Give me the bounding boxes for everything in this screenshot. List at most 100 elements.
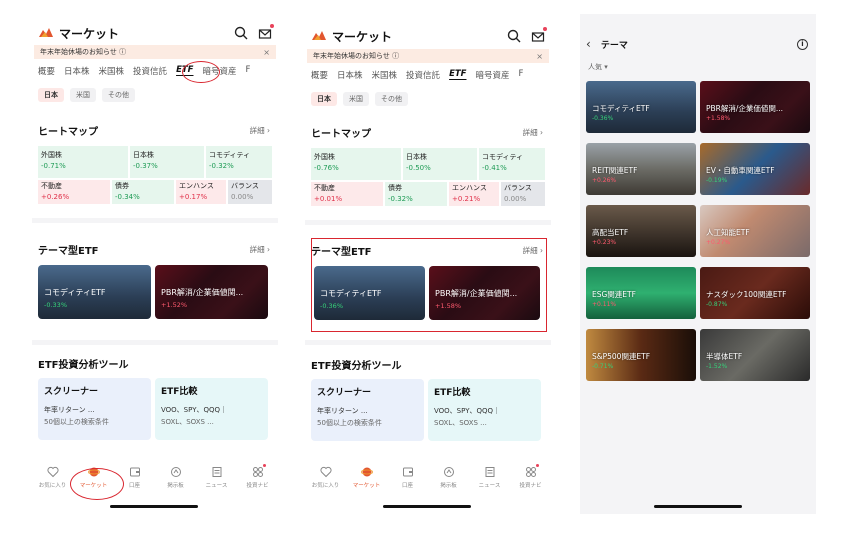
tab-more[interactable]: F bbox=[246, 65, 251, 79]
theme-etf-title: テーマ型ETF bbox=[38, 246, 99, 257]
theme-card-pbr[interactable]: PBR解消/企業価値関... +1.52% bbox=[155, 265, 268, 319]
heatmap-cell[interactable]: エンハンス +0.17% bbox=[176, 180, 226, 204]
screen-themes: ‹ テーマ i 人気 ▾ コモディティETF -0.36% PBR解消/企業価値関… bbox=[580, 14, 816, 514]
mail-icon[interactable] bbox=[258, 24, 274, 40]
nav-news[interactable]: ニュース bbox=[469, 466, 510, 506]
tab-us-stocks[interactable]: 米国株 bbox=[99, 65, 125, 79]
chip-us[interactable]: 米国 bbox=[70, 88, 96, 102]
chip-us[interactable]: 米国 bbox=[343, 92, 369, 106]
heatmap-cell[interactable]: 債券 -0.34% bbox=[112, 180, 174, 204]
home-indicator bbox=[383, 505, 471, 508]
tab-overview[interactable]: 概要 bbox=[311, 69, 328, 83]
mail-icon[interactable] bbox=[531, 27, 547, 43]
screen-market-1: マーケット 年末年始休場のお知らせ ⓘ × 概要 日本株 米国株 投資信託 ET… bbox=[32, 14, 278, 514]
nav-news[interactable]: ニュース bbox=[196, 466, 237, 506]
theme-tile-pbr[interactable]: PBR解消/企業価値関... +1.58% bbox=[700, 81, 810, 133]
chip-japan[interactable]: 日本 bbox=[38, 88, 64, 102]
wallet-icon bbox=[402, 467, 413, 477]
notification-dot bbox=[543, 27, 547, 31]
heatmap-cell[interactable]: 日本株 -0.37% bbox=[130, 146, 204, 178]
theme-tile-high-dividend[interactable]: 高配当ETF +0.23% bbox=[586, 205, 696, 257]
nav-favorites[interactable]: お気に入り bbox=[305, 466, 346, 506]
tab-crypto[interactable]: 暗号資産 bbox=[475, 69, 509, 83]
etf-compare-card[interactable]: ETF比較 VOO、SPY、QQQ｜ SOXL、SOXS ... bbox=[428, 379, 541, 441]
search-icon[interactable] bbox=[234, 26, 248, 40]
category-tabs: 概要 日本株 米国株 投資信託 ETF 暗号資産 F bbox=[311, 69, 551, 83]
nav-market[interactable]: マーケット bbox=[346, 466, 387, 506]
theme-tile-commodity[interactable]: コモディティETF -0.36% bbox=[586, 81, 696, 133]
etf-compare-card[interactable]: ETF比較 VOO、SPY、QQQ｜ SOXL、SOXS ... bbox=[155, 378, 268, 440]
heatmap-cell[interactable]: バランス 0.00% bbox=[228, 180, 272, 204]
heatmap: 外国株 -0.71% 日本株 -0.37% コモディティ -0.32% 不動産 +0.2… bbox=[38, 146, 272, 204]
heatmap-cell[interactable]: 債券 -0.32% bbox=[385, 182, 447, 206]
news-icon bbox=[485, 467, 494, 477]
tab-more[interactable]: F bbox=[519, 69, 524, 83]
notice-banner[interactable]: 年末年始休場のお知らせ ⓘ × bbox=[34, 45, 276, 59]
tools-title: ETF投資分析ツール bbox=[311, 361, 402, 372]
tab-overview[interactable]: 概要 bbox=[38, 65, 55, 79]
grid-icon bbox=[252, 467, 263, 477]
chip-japan[interactable]: 日本 bbox=[311, 92, 337, 106]
nav-favorites[interactable]: お気に入り bbox=[32, 466, 73, 506]
notice-banner[interactable]: 年末年始休場のお知らせ ⓘ × bbox=[307, 49, 549, 63]
nav-invest-navi[interactable]: 投資ナビ bbox=[237, 464, 278, 506]
heatmap-cell[interactable]: エンハンス +0.21% bbox=[449, 182, 499, 206]
tab-etf[interactable]: ETF bbox=[449, 69, 466, 83]
screener-card[interactable]: スクリーナー 年率リターン ... 50個以上の検索条件 bbox=[38, 378, 151, 440]
theme-tile-nasdaq100[interactable]: ナスダック100関連ETF -0.87% bbox=[700, 267, 810, 319]
info-icon[interactable]: i bbox=[797, 38, 808, 50]
theme-etf-more-link[interactable]: 詳細 › bbox=[250, 244, 270, 255]
tab-japan-stocks[interactable]: 日本株 bbox=[64, 65, 90, 79]
page-title: テーマ bbox=[600, 40, 628, 51]
theme-tile-esg[interactable]: ESG関連ETF +0.11% bbox=[586, 267, 696, 319]
sort-dropdown[interactable]: 人気 ▾ bbox=[588, 62, 608, 72]
heatmap-cell[interactable]: バランス 0.00% bbox=[501, 182, 545, 206]
heatmap-cell[interactable]: 日本株 -0.50% bbox=[403, 148, 477, 180]
header: マーケット bbox=[311, 27, 547, 45]
home-indicator bbox=[110, 505, 198, 508]
heart-icon bbox=[319, 466, 332, 478]
region-chips: 日本 米国 その他 bbox=[38, 88, 141, 102]
screener-card[interactable]: スクリーナー 年率リターン ... 50個以上の検索条件 bbox=[311, 379, 424, 441]
notice-text: 年末年始休場のお知らせ ⓘ bbox=[40, 48, 127, 56]
category-tabs: 概要 日本株 米国株 投資信託 ETF 暗号資産 F bbox=[38, 65, 278, 79]
wallet-icon bbox=[129, 467, 140, 477]
search-icon[interactable] bbox=[507, 29, 521, 43]
chip-other[interactable]: その他 bbox=[102, 88, 135, 102]
heatmap-more-link[interactable]: 詳細 › bbox=[250, 125, 270, 136]
heatmap-title: ヒートマップ bbox=[38, 127, 98, 138]
tab-funds[interactable]: 投資信託 bbox=[406, 69, 440, 83]
heatmap-cell[interactable]: 外国株 -0.76% bbox=[311, 148, 401, 180]
back-icon[interactable]: ‹ bbox=[586, 37, 591, 51]
theme-tile-ev[interactable]: EV・自動車関連ETF -0.19% bbox=[700, 143, 810, 195]
heatmap-cell[interactable]: 不動産 +0.01% bbox=[311, 182, 383, 206]
heatmap-cell[interactable]: コモディティ -0.32% bbox=[206, 146, 272, 178]
close-icon[interactable]: × bbox=[536, 52, 543, 61]
nav-board[interactable]: 掲示板 bbox=[155, 466, 196, 506]
highlight-rect-theme-etf bbox=[311, 238, 547, 332]
heatmap-cell[interactable]: 不動産 +0.26% bbox=[38, 180, 110, 204]
highlight-circle-etf-tab bbox=[182, 61, 220, 83]
heart-icon bbox=[46, 466, 59, 478]
nav-board[interactable]: 掲示板 bbox=[428, 466, 469, 506]
divider bbox=[305, 220, 551, 225]
tab-us-stocks[interactable]: 米国株 bbox=[372, 69, 398, 83]
heatmap-cell[interactable]: コモディティ -0.41% bbox=[479, 148, 545, 180]
close-icon[interactable]: × bbox=[263, 48, 270, 57]
theme-tile-semiconductor[interactable]: 半導体ETF -1.52% bbox=[700, 329, 810, 381]
tab-japan-stocks[interactable]: 日本株 bbox=[337, 69, 363, 83]
news-icon bbox=[212, 467, 221, 477]
theme-tile-ai[interactable]: 人工知能ETF +0.27% bbox=[700, 205, 810, 257]
heatmap-cell[interactable]: 外国株 -0.71% bbox=[38, 146, 128, 178]
theme-tile-sp500[interactable]: S&P500関連ETF -0.71% bbox=[586, 329, 696, 381]
theme-card-commodity[interactable]: コモディティETF -0.33% bbox=[38, 265, 151, 319]
divider bbox=[305, 340, 551, 345]
bottom-nav: お気に入り マーケット 口座 掲示板 ニュース 投資ナビ bbox=[32, 464, 278, 506]
app-logo-icon bbox=[39, 28, 53, 37]
heatmap-more-link[interactable]: 詳細 › bbox=[523, 127, 543, 138]
tab-funds[interactable]: 投資信託 bbox=[133, 65, 167, 79]
nav-invest-navi[interactable]: 投資ナビ bbox=[510, 464, 551, 506]
chip-other[interactable]: その他 bbox=[375, 92, 408, 106]
nav-account[interactable]: 口座 bbox=[387, 466, 428, 506]
theme-tile-reit[interactable]: REIT関連ETF +0.26% bbox=[586, 143, 696, 195]
